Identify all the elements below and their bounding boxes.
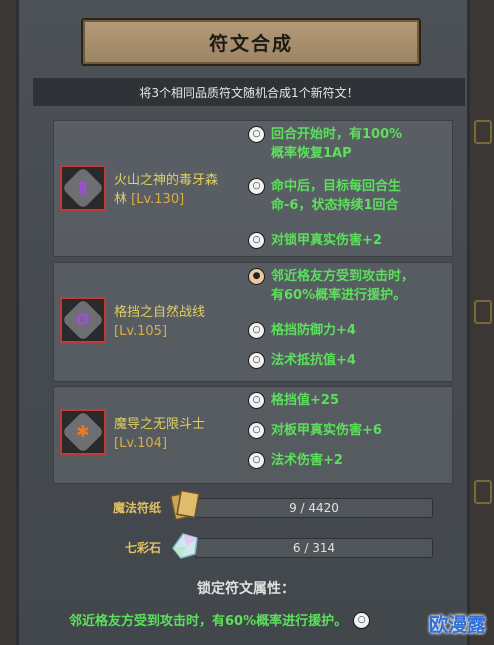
rainbow-stone-icon [172, 533, 198, 559]
rune-attribute[interactable]: ○ 法术抵抗值+4 [248, 351, 448, 370]
watermark-logo: 欧漫露 [428, 614, 486, 636]
attribute-text: 格挡值+25 [271, 393, 339, 408]
info-bar: 将3个相同品质符文随机合成1个新符文！ [33, 78, 465, 106]
rune-name: 火山之神的毒牙森 林 [Lv.130] [114, 171, 234, 209]
resource-magic-paper: 魔法符纸 9 / 4420 [91, 489, 433, 521]
resource-rainbow-stone: 七彩石 6 / 314 [91, 533, 433, 560]
attribute-text: 格挡防御力+4 [271, 323, 356, 338]
rune-name-line1: 火山之神的毒牙森 [114, 173, 219, 188]
rune-level: [Lv.130] [131, 192, 185, 207]
rune-name: 格挡之自然战线 [Lv.105] [114, 303, 234, 341]
rune-synthesis-panel: 符文合成 将3个相同品质符文随机合成1个新符文！ § 火山之神的毒牙森 林 [L… [16, 0, 470, 645]
rune-slot-1[interactable]: § 火山之神的毒牙森 林 [Lv.130] ○ 回合开始时，有100% 概率恢复1… [53, 120, 453, 257]
rune-level: [Lv.105] [114, 324, 168, 339]
rune-stone-icon: § [61, 166, 105, 210]
magic-paper-icon [169, 489, 200, 521]
locked-attribute-title: 锁定符文属性： [197, 581, 295, 597]
rune-name-line2: 林 [114, 192, 128, 207]
resource-count-bar: 6 / 314 [195, 538, 433, 558]
rune-attribute[interactable]: ○ 格挡防御力+4 [248, 321, 448, 340]
info-text: 将3个相同品质符文随机合成1个新符文！ [139, 85, 359, 100]
rune-attribute[interactable]: ○ 对板甲真实伤害+6 [248, 421, 448, 440]
resource-count: 6 / 314 [292, 541, 336, 555]
resource-count: 9 / 4420 [289, 501, 339, 515]
resource-label: 七彩石 [124, 541, 161, 555]
lock-icon[interactable]: ● [248, 268, 265, 285]
rune-icon[interactable]: ✱ [60, 409, 106, 455]
unlock-icon[interactable]: ○ [353, 611, 371, 629]
unlock-icon[interactable]: ○ [248, 392, 265, 409]
rune-icon[interactable]: § [60, 165, 106, 211]
attribute-text: 回合开始时，有100% 概率恢复1AP [271, 127, 403, 161]
rune-attribute[interactable]: ● 邻近格友方受到攻击时， 有60%概率进行援护。 [248, 267, 448, 305]
attribute-text: 法术伤害+2 [271, 453, 343, 468]
unlock-icon[interactable]: ○ [248, 352, 265, 369]
right-border [470, 0, 494, 645]
rune-name-line1: 格挡之自然战线 [114, 305, 206, 320]
rune-glyph: ✱ [76, 422, 90, 441]
page-title: 符文合成 [208, 32, 293, 55]
rune-glyph: § [79, 178, 87, 197]
rune-level: [Lv.104] [114, 436, 168, 451]
unlock-icon[interactable]: ○ [248, 178, 265, 195]
frame-ornament [474, 480, 492, 504]
attribute-text: 法术抵抗值+4 [271, 353, 356, 368]
rune-attribute[interactable]: ○ 命中后，目标每回合生 命-6，状态持续1回合 [248, 177, 448, 215]
locked-attribute: 邻近格友方受到攻击时，有60%概率进行援护。 ○ [69, 610, 371, 629]
resource-count-bar: 9 / 4420 [195, 498, 433, 518]
rune-attribute[interactable]: ○ 格挡值+25 [248, 391, 448, 410]
unlock-icon[interactable]: ○ [248, 126, 265, 143]
rune-slot-3[interactable]: ✱ 魔导之无限斗士 [Lv.104] ○ 格挡值+25 ○ 对板甲真实伤害+6 … [53, 386, 453, 484]
resource-label: 魔法符纸 [112, 501, 161, 515]
rune-icon[interactable]: ʘ [60, 297, 106, 343]
rune-slot-2[interactable]: ʘ 格挡之自然战线 [Lv.105] ● 邻近格友方受到攻击时， 有60%概率进行… [53, 262, 453, 382]
attribute-text: 对锁甲真实伤害+2 [271, 233, 382, 248]
rune-attribute[interactable]: ○ 回合开始时，有100% 概率恢复1AP [248, 125, 448, 163]
left-border [0, 0, 16, 645]
rune-name: 魔导之无限斗士 [Lv.104] [114, 415, 234, 453]
frame-ornament [474, 300, 492, 324]
rune-stone-icon: ✱ [61, 410, 105, 454]
unlock-icon[interactable]: ○ [248, 322, 265, 339]
rune-glyph: ʘ [76, 309, 90, 329]
rune-attribute[interactable]: ○ 对锁甲真实伤害+2 [248, 231, 448, 250]
unlock-icon[interactable]: ○ [248, 452, 265, 469]
unlock-icon[interactable]: ○ [248, 422, 265, 439]
unlock-icon[interactable]: ○ [248, 232, 265, 249]
locked-attribute-text: 邻近格友方受到攻击时，有60%概率进行援护。 [69, 614, 348, 629]
rune-name-line1: 魔导之无限斗士 [114, 417, 206, 432]
title-banner: 符文合成 [81, 18, 421, 66]
attribute-text: 邻近格友方受到攻击时， 有60%概率进行援护。 [271, 269, 415, 303]
rune-stone-icon: ʘ [61, 298, 105, 342]
frame-ornament [474, 120, 492, 144]
rune-attribute[interactable]: ○ 法术伤害+2 [248, 451, 448, 470]
attribute-text: 对板甲真实伤害+6 [271, 423, 382, 438]
attribute-text: 命中后，目标每回合生 命-6，状态持续1回合 [271, 179, 402, 213]
